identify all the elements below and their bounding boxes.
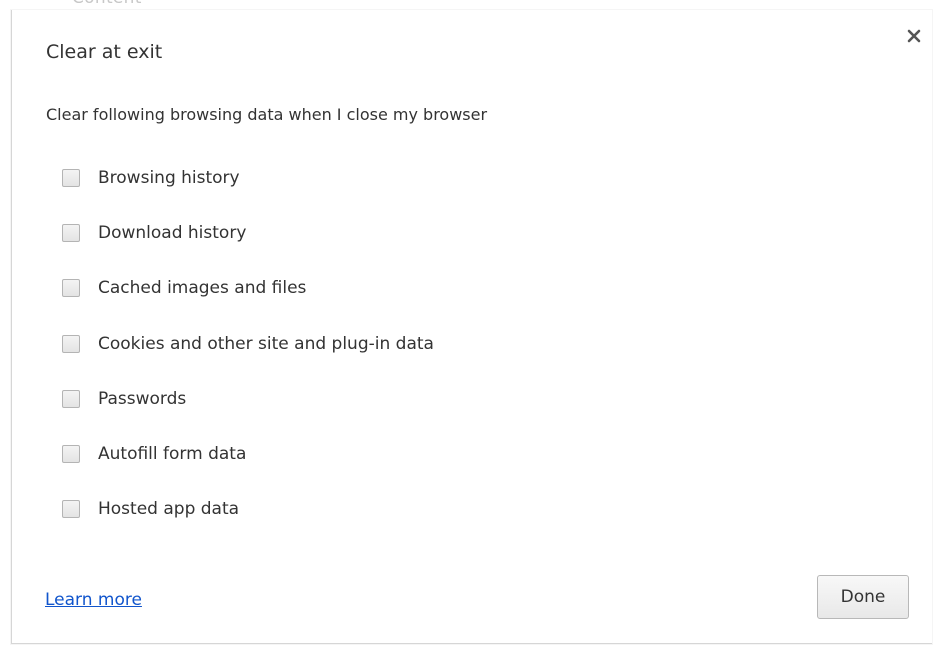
checkbox-cached-images[interactable]: [62, 279, 80, 298]
checkbox-cookies[interactable]: [62, 334, 80, 353]
option-label: Browsing history: [98, 167, 240, 188]
option-passwords[interactable]: Passwords: [62, 371, 434, 426]
option-download-history[interactable]: Download history: [62, 205, 434, 260]
background-section-title: Content: [72, 0, 142, 8]
dialog-title: Clear at exit: [46, 41, 163, 63]
option-autofill[interactable]: Autofill form data: [62, 426, 434, 481]
option-label: Hosted app data: [98, 499, 240, 520]
dialog-description: Clear following browsing data when I clo…: [46, 105, 488, 124]
option-label: Download history: [98, 222, 247, 243]
clear-options-list: Browsing history Download history Cached…: [62, 150, 434, 537]
option-cookies[interactable]: Cookies and other site and plug-in data: [62, 316, 434, 371]
checkbox-passwords[interactable]: [62, 389, 80, 408]
option-browsing-history[interactable]: Browsing history: [62, 150, 434, 205]
option-label: Passwords: [98, 388, 187, 409]
option-cached-images[interactable]: Cached images and files: [62, 261, 434, 316]
clear-at-exit-dialog: Clear at exit Clear following browsing d…: [11, 10, 932, 644]
learn-more-link[interactable]: Learn more: [45, 590, 142, 610]
option-label: Cookies and other site and plug-in data: [98, 333, 434, 354]
checkbox-download-history[interactable]: [62, 223, 80, 242]
option-label: Cached images and files: [98, 278, 307, 299]
option-hosted-app-data[interactable]: Hosted app data: [62, 482, 434, 537]
checkbox-autofill[interactable]: [62, 445, 80, 464]
close-icon: [907, 29, 921, 43]
done-button[interactable]: Done: [817, 575, 909, 619]
checkbox-browsing-history[interactable]: [62, 168, 80, 187]
close-button[interactable]: [906, 28, 922, 44]
option-label: Autofill form data: [98, 444, 247, 465]
checkbox-hosted-app-data[interactable]: [62, 500, 80, 519]
